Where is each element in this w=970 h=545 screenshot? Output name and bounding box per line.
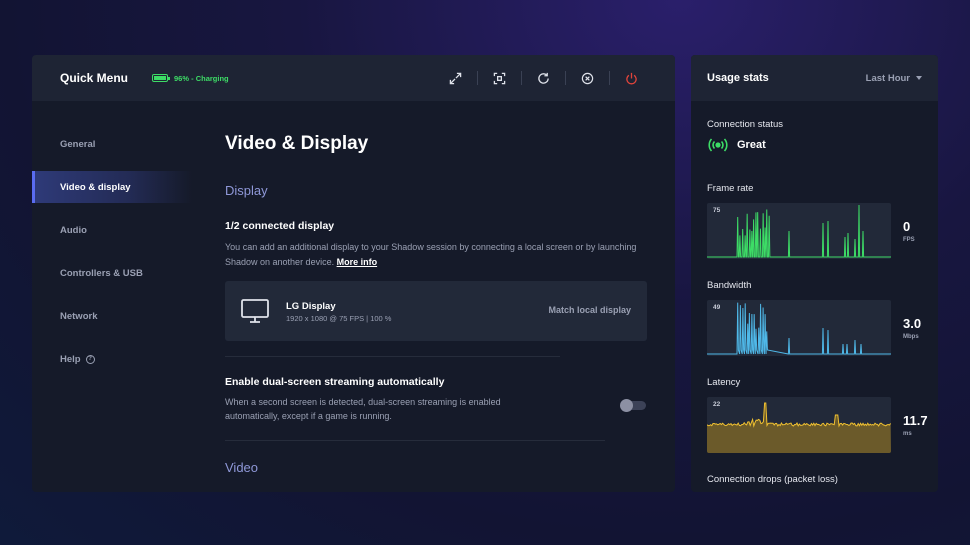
time-range-value: Last Hour (866, 73, 910, 84)
usage-stats-title: Usage stats (707, 72, 769, 84)
connection-status-value: Great (737, 139, 766, 151)
bandwidth-value: 3.0 (903, 316, 921, 331)
sidebar-item-general[interactable]: General (32, 128, 192, 160)
display-card: LG Display 1920 x 1080 @ 75 FPS | 100 % … (225, 281, 647, 341)
latency-graph-svg (707, 397, 891, 453)
page-title: Video & Display (225, 133, 368, 155)
close-button[interactable] (565, 68, 609, 88)
dual-screen-description-line1: When a second screen is detected, dual-s… (225, 395, 501, 410)
bandwidth-label: Bandwidth (707, 280, 751, 291)
sidebar-item-label: Controllers & USB (60, 268, 143, 279)
dual-screen-description-line2: automatically, except if a game is runni… (225, 409, 392, 424)
connection-drops-label: Connection drops (packet loss) (707, 474, 838, 485)
divider (225, 356, 560, 357)
sidebar-item-label: Audio (60, 225, 87, 236)
time-range-select[interactable]: Last Hour (866, 73, 922, 84)
caret-down-icon (916, 76, 922, 80)
frame-rate-value: 0 (903, 219, 910, 234)
power-button[interactable] (609, 68, 653, 88)
frame-rate-graph-svg (707, 203, 891, 259)
match-local-display-button[interactable]: Match local display (548, 305, 631, 315)
settings-sidebar: General Video & display Audio Controller… (32, 101, 192, 492)
latency-area (707, 403, 891, 453)
latency-value: 11.7 (903, 413, 928, 428)
connection-status-label: Connection status (707, 119, 783, 130)
sidebar-item-label: Network (60, 311, 97, 322)
quick-menu-panel: Quick Menu 96% - Charging General Video … (32, 55, 675, 492)
dual-screen-title: Enable dual-screen streaming automatical… (225, 376, 444, 388)
help-icon: ? (86, 355, 95, 364)
usage-stats-header: Usage stats Last Hour (691, 55, 938, 101)
bandwidth-unit: Mbps (903, 334, 919, 340)
latency-label: Latency (707, 377, 740, 388)
latency-max: 22 (713, 401, 720, 408)
toggle-knob (620, 399, 633, 412)
sidebar-item-video-display[interactable]: Video & display (32, 171, 192, 203)
latency-graph: 22 (707, 397, 891, 453)
connected-display-title: 1/2 connected display (225, 220, 334, 232)
frame-rate-label: Frame rate (707, 183, 753, 194)
screenshot-icon (493, 72, 506, 85)
signal-broadcast-icon (707, 138, 729, 152)
refresh-button[interactable] (521, 68, 565, 88)
bandwidth-graph-svg (707, 300, 891, 356)
sidebar-item-help[interactable]: Help ? (32, 343, 192, 375)
display-section-title: Display (225, 183, 268, 198)
display-name: LG Display (286, 301, 336, 312)
battery-icon (152, 74, 168, 82)
screenshot-button[interactable] (477, 68, 521, 88)
frame-rate-graph: 75 (707, 203, 891, 259)
settings-content: Video & Display Display 1/2 connected di… (225, 101, 647, 492)
battery-text: 96% - Charging (174, 74, 229, 83)
monitor-icon (241, 299, 269, 323)
frame-rate-max: 75 (713, 207, 720, 214)
video-section-title: Video (225, 460, 258, 475)
sidebar-item-controllers-usb[interactable]: Controllers & USB (32, 257, 192, 289)
battery-fill (154, 76, 166, 80)
sidebar-item-audio[interactable]: Audio (32, 214, 192, 246)
usage-stats-panel: Usage stats Last Hour Connection status … (691, 55, 938, 492)
sidebar-item-label: Help (60, 354, 81, 365)
quick-menu-title: Quick Menu (60, 71, 128, 85)
latency-line (707, 403, 891, 426)
divider (225, 440, 605, 441)
latency-unit: ms (903, 431, 912, 437)
battery-status: 96% - Charging (152, 74, 229, 83)
power-icon (625, 72, 638, 85)
frame-rate-unit: FPS (903, 237, 915, 243)
toolbar (433, 55, 653, 101)
bandwidth-graph: 49 (707, 300, 891, 356)
fullscreen-icon (449, 72, 462, 85)
sidebar-item-network[interactable]: Network (32, 300, 192, 332)
more-info-link[interactable]: More info (337, 257, 378, 267)
sidebar-item-label: General (60, 139, 95, 150)
refresh-icon (537, 72, 550, 85)
sidebar-item-label: Video & display (60, 182, 131, 193)
frame-rate-line (707, 205, 891, 257)
quick-menu-header: Quick Menu 96% - Charging (32, 55, 675, 101)
display-description-text: You can add an additional display to you… (225, 242, 636, 267)
dual-screen-toggle[interactable] (622, 401, 646, 410)
bandwidth-max: 49 (713, 304, 720, 311)
close-icon (581, 72, 594, 85)
connection-status: Great (707, 138, 766, 152)
display-specs: 1920 x 1080 @ 75 FPS | 100 % (286, 314, 391, 323)
display-description: You can add an additional display to you… (225, 240, 645, 270)
bandwidth-line (707, 303, 891, 354)
fullscreen-button[interactable] (433, 68, 477, 88)
